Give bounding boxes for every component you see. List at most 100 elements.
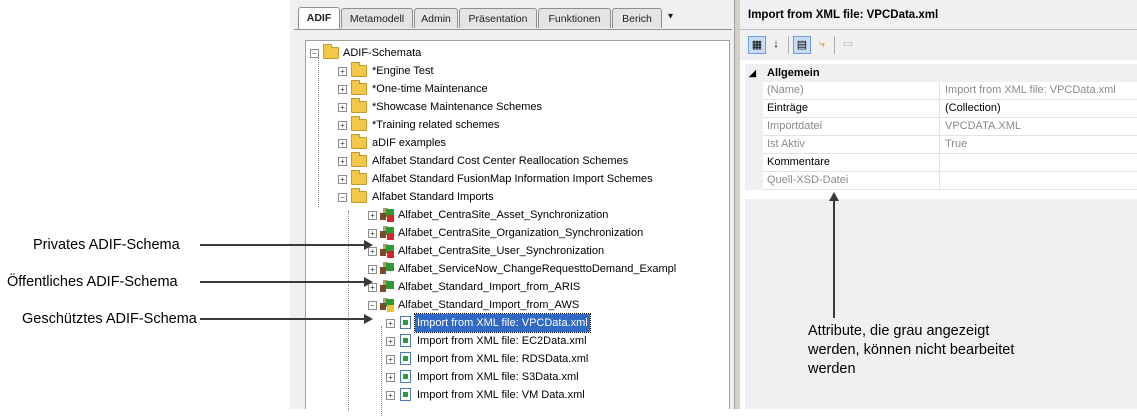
tree-root[interactable]: − ADIF-Schemata [310, 44, 610, 62]
expand-icon[interactable]: + [338, 175, 347, 184]
tree-import[interactable]: + Import from XML file: VM Data.xml [386, 386, 726, 404]
tabs-divider [294, 29, 732, 30]
callout-arrow-line [200, 281, 365, 283]
tree-node-label: aDIF examples [372, 137, 446, 149]
tree-node-label: Alfabet Standard FusionMap Information I… [372, 173, 653, 185]
expand-icon[interactable]: + [368, 229, 377, 238]
callout-arrow-line [200, 318, 365, 320]
folder-icon [351, 170, 367, 185]
tree-import[interactable]: + Import from XML file: S3Data.xml [386, 368, 726, 386]
property-name: Kommentare [767, 154, 940, 171]
collapse-icon[interactable]: − [310, 49, 319, 58]
expand-icon[interactable]: + [386, 319, 395, 328]
tree-schema-private[interactable]: + Alfabet_CentraSite_Organization_Synchr… [368, 224, 728, 242]
tab-admin[interactable]: Admin [414, 8, 458, 28]
tree-schema-private[interactable]: + Alfabet_CentraSite_User_Synchronizatio… [368, 242, 728, 260]
property-row: (Name) Import from XML file: VPCData.xml [745, 82, 1137, 100]
expand-icon[interactable]: + [338, 121, 347, 130]
tree-schema-public[interactable]: + Alfabet_ServiceNow_ChangeRequesttoDema… [368, 260, 728, 278]
tab-praesentation[interactable]: Präsentation [459, 8, 537, 28]
pane-splitter[interactable] [734, 0, 740, 409]
row-margin [745, 100, 763, 118]
tree-node-label: Alfabet_CentraSite_Organization_Synchron… [398, 227, 644, 239]
callout-public-schema: Öffentliches ADIF-Schema [7, 274, 178, 290]
folder-icon [351, 80, 367, 95]
folder-icon [351, 62, 367, 77]
tree-folder[interactable]: + *Engine Test [338, 62, 728, 80]
tree-schema-public[interactable]: + Alfabet_Standard_Import_from_ARIS [368, 278, 728, 296]
row-margin [745, 136, 763, 154]
arrow-up-head-icon [829, 192, 839, 201]
tree-node-label: *Showcase Maintenance Schemes [372, 101, 542, 113]
collapse-triangle-icon[interactable]: ◢ [749, 64, 756, 82]
expand-icon[interactable]: + [338, 157, 347, 166]
expand-icon[interactable]: + [338, 103, 347, 112]
tree-folder[interactable]: + *Showcase Maintenance Schemes [338, 98, 728, 116]
property-name: Importdatei [767, 118, 940, 135]
expand-icon[interactable]: + [338, 85, 347, 94]
tab-berich[interactable]: Berich [612, 8, 662, 28]
tree-import[interactable]: + Import from XML file: RDSData.xml [386, 350, 726, 368]
tree-node-label: Alfabet_ServiceNow_ChangeRequesttoDemand… [398, 263, 677, 275]
expand-icon[interactable]: + [386, 337, 395, 346]
expand-icon[interactable]: + [386, 373, 395, 382]
tree-node-label: Alfabet_Standard_Import_from_AWS [398, 299, 580, 311]
tree-folder[interactable]: + *One-time Maintenance [338, 80, 728, 98]
tab-adif[interactable]: ADIF [298, 7, 340, 29]
lightning-icon[interactable]: ⤷ [813, 36, 831, 54]
tree-folder-open[interactable]: − Alfabet Standard Imports [338, 188, 728, 206]
expand-icon[interactable]: + [368, 211, 377, 220]
tree-folder[interactable]: + aDIF examples [338, 134, 728, 152]
tab-overflow-chevron-icon[interactable]: ▾ [668, 10, 673, 24]
property-value[interactable]: (Collection) [945, 100, 1137, 117]
row-margin [745, 154, 763, 172]
tab-metamodell[interactable]: Metamodell [341, 8, 413, 28]
public-schema-icon [380, 280, 394, 294]
arrow-head-icon [364, 240, 373, 250]
tree-schema-protected[interactable]: − Alfabet_Standard_Import_from_AWS [368, 296, 728, 314]
tree-folder[interactable]: + Alfabet Standard FusionMap Information… [338, 170, 728, 188]
tree-node-label: Alfabet Standard Cost Center Reallocatio… [372, 155, 629, 167]
public-schema-icon [380, 262, 394, 276]
property-name: Ist Aktiv [767, 136, 940, 153]
tree-import-selected[interactable]: + Import from XML file: VPCData.xml [386, 313, 726, 333]
property-row: Importdatei VPCDATA.XML [745, 118, 1137, 136]
property-value [945, 172, 1137, 189]
protected-schema-icon [380, 298, 394, 312]
tree-schema-public[interactable]: + Alfabet_CentraSite_Asset_Synchronizati… [368, 206, 728, 224]
properties-title: Import from XML file: VPCData.xml [740, 0, 1137, 30]
property-row[interactable]: Einträge (Collection) [745, 100, 1137, 118]
tree-folder[interactable]: + *Training related schemes [338, 116, 728, 134]
tree-node-label: Alfabet_CentraSite_Asset_Synchronization [398, 209, 609, 221]
tree-folder[interactable]: + Alfabet Standard Cost Center Reallocat… [338, 152, 728, 170]
property-row: Ist Aktiv True [745, 136, 1137, 154]
tree-import[interactable]: + Import from XML file: EC2Data.xml [386, 332, 726, 350]
folder-icon [351, 98, 367, 113]
note-line: werden, können nicht bearbeitet [808, 342, 1015, 358]
callout-private-schema: Privates ADIF-Schema [33, 237, 180, 253]
expand-icon[interactable]: + [386, 355, 395, 364]
folder-icon [351, 116, 367, 131]
collapse-icon[interactable]: − [368, 301, 377, 310]
tab-funktionen[interactable]: Funktionen [538, 8, 611, 28]
expand-icon[interactable]: + [338, 139, 347, 148]
alphabetical-sort-icon[interactable]: ↓ [767, 36, 785, 54]
property-value: True [945, 138, 968, 150]
folder-icon [351, 134, 367, 149]
categorized-icon[interactable]: ▦ [748, 36, 766, 54]
property-grid[interactable]: ◢ Allgemein (Name) Import from XML file:… [745, 64, 1137, 199]
property-row[interactable]: Kommentare [745, 154, 1137, 172]
section-header-allgemein[interactable]: ◢ Allgemein [745, 64, 1137, 82]
note-line: werden [808, 361, 856, 377]
expand-icon[interactable]: + [386, 391, 395, 400]
note-line: Attribute, die grau angezeigt [808, 323, 990, 339]
properties-icon[interactable]: ▤ [793, 36, 811, 54]
expand-icon[interactable]: + [338, 67, 347, 76]
toolbar-separator [834, 36, 835, 54]
tree-node-label: Import from XML file: EC2Data.xml [417, 335, 587, 347]
adif-tree[interactable]: − ADIF-Schemata + *Engine Test + *One-ti… [305, 40, 730, 416]
folder-icon [323, 44, 339, 59]
expand-icon[interactable]: + [368, 265, 377, 274]
property-value[interactable] [945, 154, 1137, 171]
collapse-icon[interactable]: − [338, 193, 347, 202]
